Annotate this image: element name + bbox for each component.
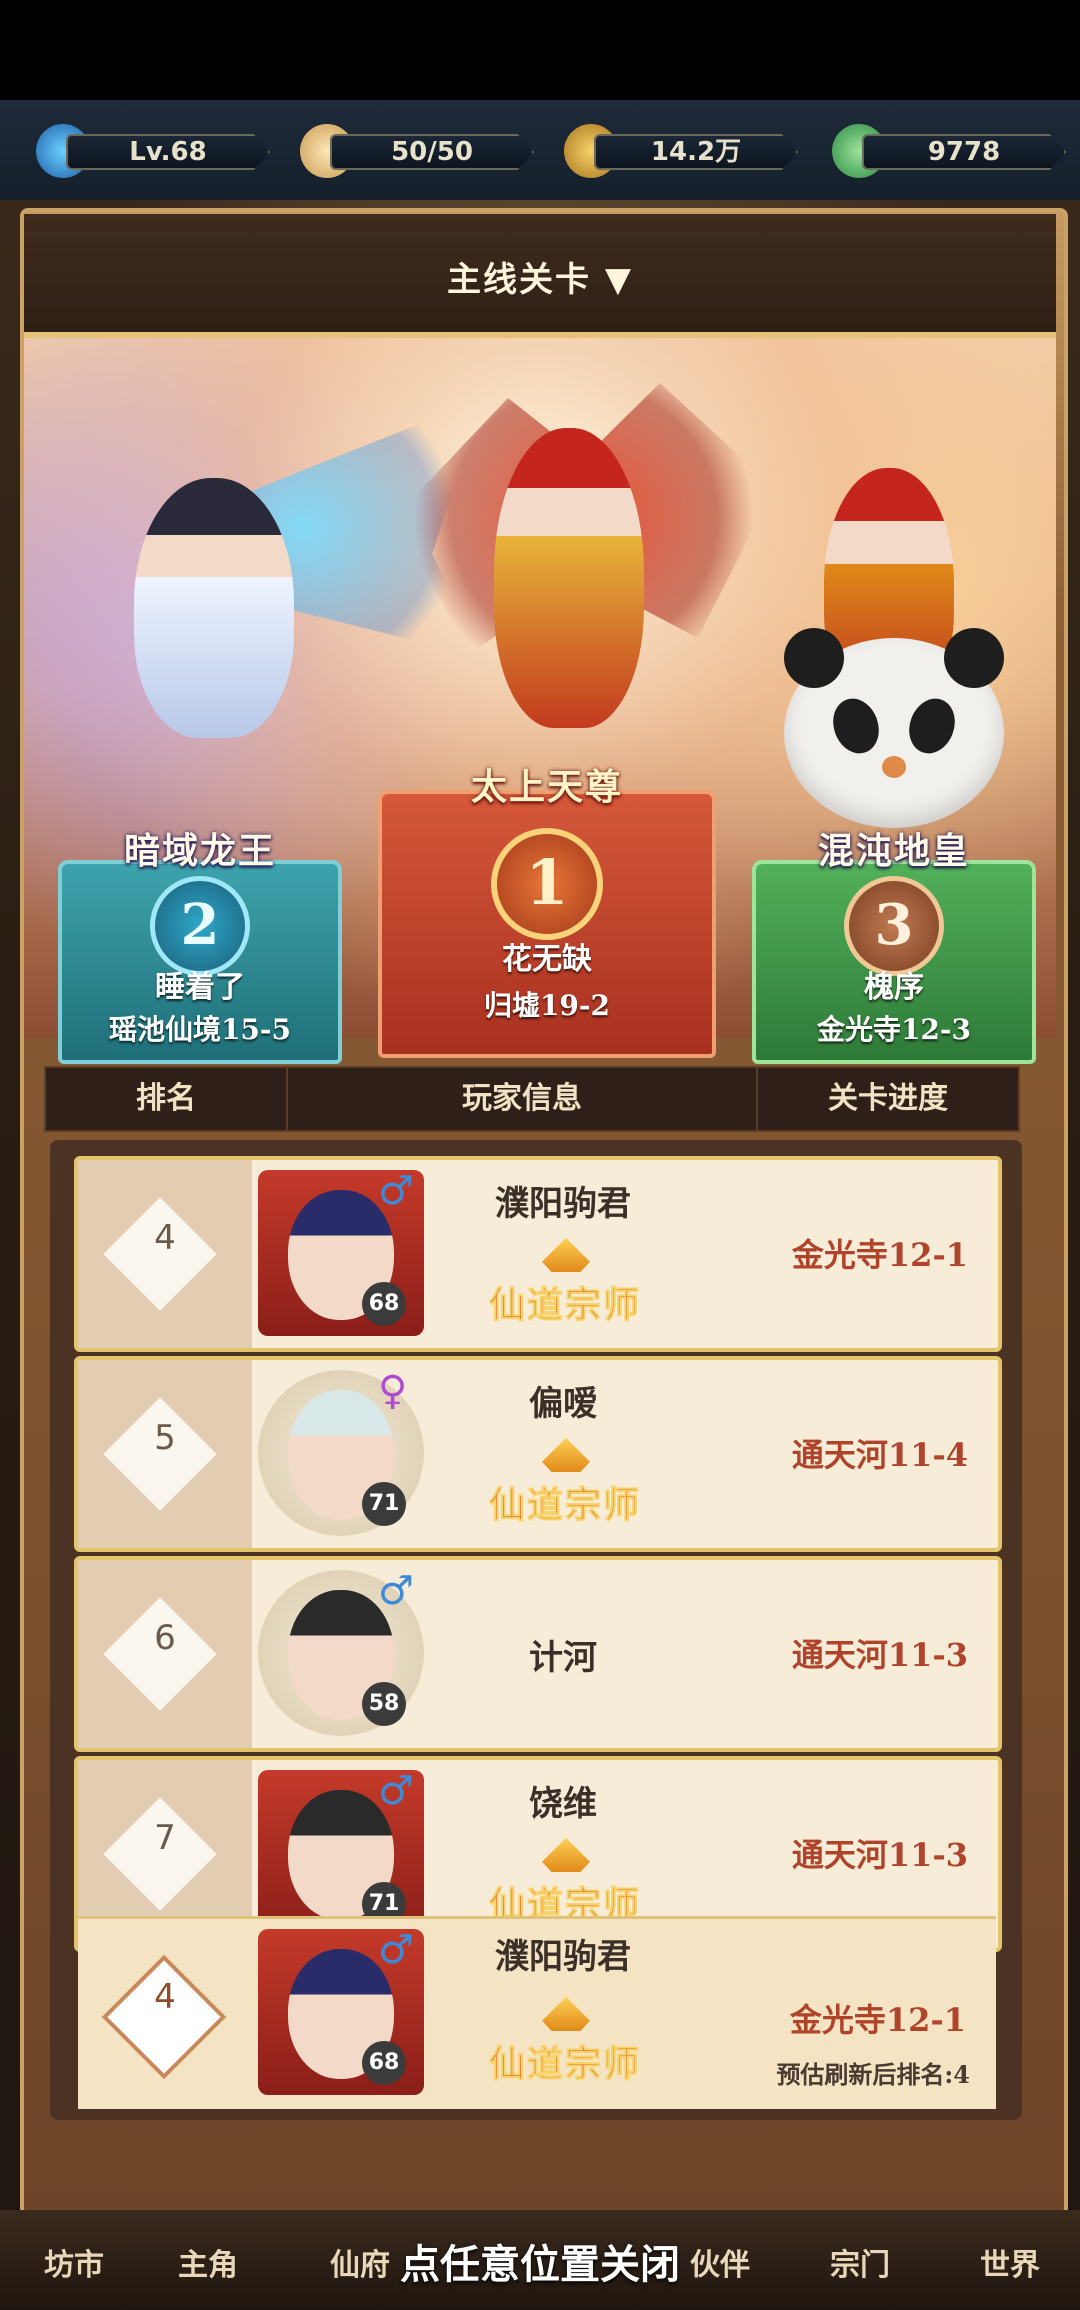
hero-first-figure [494,428,644,728]
my-rank: 4 [154,1977,176,2017]
podium-second-name: 睡着了 [155,970,245,1005]
level-badge: 71 [362,1482,406,1526]
podium-second-progress: 瑶池仙境15-5 [108,1013,292,1046]
row-rank: 5 [154,1418,176,1458]
player-progress: 金光寺12-1 [791,1236,968,1274]
pavilion-icon [542,1238,590,1272]
estimated-rank: 预估刷新后排名:4 [776,2060,970,2089]
column-rank: 排名 [46,1068,288,1130]
podium-first-name: 花无缺 [502,942,592,977]
pavilion-icon [542,1438,590,1472]
coins-resource[interactable]: 14.2万 [564,124,798,178]
table-row[interactable]: 4 ♂ 68 濮阳驹君 仙道宗师 金光寺12-1 [74,1156,1002,1352]
podium-third-rank: 3 [844,876,944,976]
ranking-column-header: 排名 玩家信息 关卡进度 [44,1066,1020,1132]
stamina-value: 50/50 [330,134,534,170]
title-badge: 仙道宗师 [470,1438,660,1527]
row-rank: 4 [154,1218,176,1258]
podium-third-title: 混沌地皇 [817,830,970,872]
player-progress: 通天河11-4 [791,1436,968,1474]
pavilion-icon [542,1838,590,1872]
stage-type-dropdown[interactable]: 主线关卡 ▼ [24,252,1056,301]
male-icon: ♂ [378,1568,414,1614]
my-progress: 金光寺12-1 [789,2001,966,2039]
podium-first-progress: 归墟19-2 [483,989,611,1022]
jade-resource[interactable]: 9778 [832,124,1066,178]
player-name: 饶维 [529,1784,597,1824]
pavilion-icon [542,1997,590,2031]
podium-third-name: 槐序 [864,970,924,1005]
podium-first[interactable]: 太上天尊 1 花无缺 归墟19-2 [378,766,716,1058]
stamina-resource[interactable]: 50/50 [300,124,534,178]
close-hint[interactable]: 点任意位置关闭 [0,2232,1080,2290]
player-progress: 通天河11-3 [791,1636,968,1674]
jade-value: 9778 [862,134,1066,170]
my-rank-row[interactable]: 4 ♂ 68 濮阳驹君 仙道宗师 金光寺12-1 预估刷新后排名:4 [78,1916,996,2109]
row-rank: 7 [154,1818,176,1858]
level-value: Lv.68 [66,134,270,170]
title-badge: 仙道宗师 [470,1838,660,1927]
table-row[interactable]: 6 ♂ 58 计河 通天河11-3 [74,1556,1002,1752]
resource-bar: Lv.68 50/50 14.2万 9778 [0,100,1080,200]
podium-first-title: 太上天尊 [470,766,623,808]
panel-header: 主线关卡 ▼ [24,214,1056,338]
podium-second-rank: 2 [150,876,250,976]
coins-value: 14.2万 [594,134,798,170]
column-progress: 关卡进度 [828,1081,948,1116]
player-name: 计河 [529,1638,597,1678]
row-rank: 6 [154,1618,176,1658]
podium-second[interactable]: 暗域龙王 2 睡着了 瑶池仙境15-5 [58,830,342,1064]
podium-third-progress: 金光寺12-3 [816,1013,972,1046]
podium-second-title: 暗域龙王 [123,830,276,872]
player-progress: 通天河11-3 [791,1836,968,1874]
level-badge: 68 [362,1282,406,1326]
table-row[interactable]: 5 ♀ 71 偏嗳 仙道宗师 通天河11-4 [74,1356,1002,1552]
title-badge: 仙道宗师 [470,1997,660,2086]
level-badge: 58 [362,1682,406,1726]
my-name: 濮阳驹君 [495,1937,631,1977]
level-badge: 68 [362,2041,406,2085]
level-resource: Lv.68 [36,124,270,178]
podium-third[interactable]: 混沌地皇 3 槐序 金光寺12-3 [752,830,1036,1064]
podium-first-rank: 1 [491,828,603,940]
hero-second-figure [134,478,294,738]
female-icon: ♀ [378,1368,408,1414]
player-name: 濮阳驹君 [495,1184,631,1224]
player-name: 偏嗳 [529,1384,597,1424]
title-badge: 仙道宗师 [470,1238,660,1327]
panda-pet [784,628,1004,828]
column-player: 玩家信息 [288,1068,758,1130]
